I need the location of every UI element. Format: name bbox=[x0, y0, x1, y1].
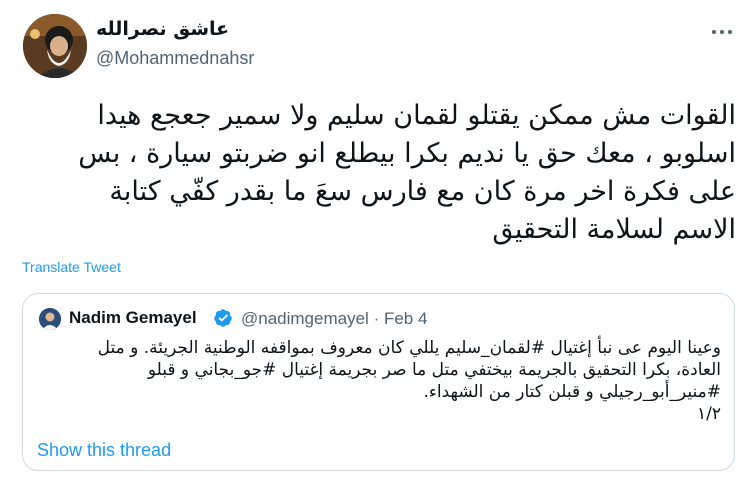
verified-badge-icon bbox=[214, 309, 232, 327]
quoted-author-avatar bbox=[39, 308, 61, 330]
tweet-text-line: الاسم لسلامة التحقيق bbox=[492, 214, 736, 245]
quoted-author-name: Nadim Gemayel bbox=[69, 308, 197, 327]
tweet-text: القوات مش ممكن يقتلو لقمان سليم ولا سمير… bbox=[20, 97, 736, 249]
tweet-text-line: اسلوبو ، معك حق يا نديم بكرا بيطلع انو ض… bbox=[78, 138, 736, 169]
quoted-meta: @nadimgemayel · Feb 4 bbox=[241, 309, 427, 329]
show-thread-link[interactable]: Show this thread bbox=[37, 440, 171, 461]
author-handle[interactable]: @Mohammednahsr bbox=[96, 48, 254, 69]
quoted-tweet[interactable]: Nadim Gemayel @nadimgemayel · Feb 4 وعين… bbox=[22, 293, 735, 471]
tweet-card: عاشق نصرالله @Mohammednahsr القوات مش مم… bbox=[0, 0, 756, 480]
tweet-text-line: على فكرة اخر مرة كان مع فارس سعَ ما بقدر… bbox=[109, 176, 736, 207]
quoted-text-line: العادة، بكرا التحقيق بالجريمة بيختفي متل… bbox=[147, 360, 721, 380]
author-avatar[interactable] bbox=[23, 14, 87, 78]
quoted-text: وعينا اليوم عى نبأ إغتيال #لقمان_سليم يل… bbox=[37, 337, 721, 425]
quoted-handle: @nadimgemayel bbox=[241, 309, 369, 328]
author-display-name[interactable]: عاشق نصرالله bbox=[96, 18, 229, 40]
quoted-text-line: وعينا اليوم عى نبأ إغتيال #لقمان_سليم يل… bbox=[97, 338, 721, 358]
quoted-text-line: ١/٢ bbox=[697, 404, 721, 424]
quoted-text-line: #منير_أبو_رجيلي و قبلن كتار من الشهداء. bbox=[423, 382, 721, 402]
tweet-text-line: القوات مش ممكن يقتلو لقمان سليم ولا سمير… bbox=[97, 100, 736, 131]
quoted-date: Feb 4 bbox=[383, 309, 428, 328]
more-icon bbox=[712, 30, 716, 34]
avatar-image bbox=[23, 14, 87, 78]
more-options-button[interactable] bbox=[705, 20, 739, 44]
translate-tweet-link[interactable]: Translate Tweet bbox=[22, 259, 121, 275]
meta-separator: · bbox=[373, 309, 380, 328]
